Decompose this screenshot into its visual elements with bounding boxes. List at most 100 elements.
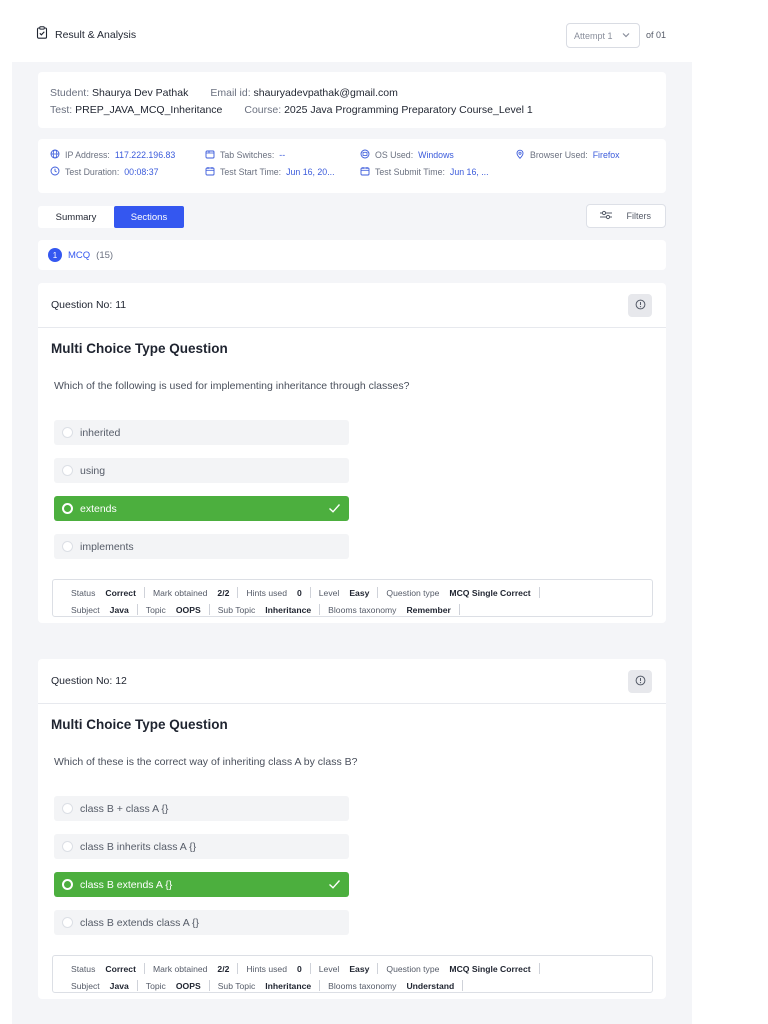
question-text: Which of the following is used for imple…: [54, 380, 410, 392]
section-name: MCQ: [68, 249, 91, 261]
stat-label: Status: [71, 963, 96, 974]
course-name: 2025 Java Programming Preparatory Course…: [284, 104, 533, 116]
test-name: PREP_JAVA_MCQ_Inheritance: [75, 104, 223, 116]
location-pin-icon: [515, 149, 525, 161]
stat-subtopic: Inheritance: [265, 980, 312, 991]
section-number: 1: [48, 248, 62, 262]
question-stats: Status Correct Mark obtained 2/2 Hints use…: [52, 955, 653, 993]
stat-label: Level: [318, 587, 340, 598]
question-header: Question No: 12: [38, 659, 666, 704]
duration-value: 00:08:37: [124, 167, 159, 177]
attempt-total: of 01: [646, 30, 667, 40]
divider: [143, 587, 145, 598]
radio-icon: [62, 917, 73, 928]
stat-subject: Java: [109, 604, 129, 615]
stat-label: Subject: [71, 604, 100, 615]
stat-label: Hints used: [246, 587, 287, 598]
option-label: using: [80, 464, 106, 477]
student-name: Shaurya Dev Pathak: [92, 87, 189, 99]
ip-label: IP Address:: [65, 150, 110, 160]
section-item-mcq[interactable]: 1 MCQ (15): [38, 240, 666, 270]
stat-label: Status: [71, 587, 96, 598]
stat-subject: Java: [109, 980, 129, 991]
option-item[interactable]: class B extends class A {}: [54, 910, 349, 935]
top-bar: Result & Analysis Attempt 1 of 01: [0, 0, 768, 62]
test-label: Test:: [50, 104, 73, 116]
stat-label: Question type: [386, 587, 440, 598]
divider: [538, 963, 540, 974]
clipboard-check-icon: [36, 26, 48, 44]
option-item-correct[interactable]: extends: [54, 496, 349, 521]
info-button[interactable]: [628, 670, 652, 693]
globe-icon: [50, 149, 60, 161]
option-item-correct[interactable]: class B extends A {}: [54, 872, 349, 897]
tab-sections[interactable]: Sections: [114, 206, 184, 228]
stat-subtopic: Inheritance: [265, 604, 312, 615]
option-item[interactable]: using: [54, 458, 349, 483]
divider: [319, 980, 321, 991]
divider: [458, 604, 460, 615]
test-meta-card: IP Address: 117.222.196.83 Tab Switches:…: [38, 139, 666, 193]
email-label: Email id:: [210, 87, 251, 99]
test-start-time: Test Start Time: Jun 16, 20...: [205, 166, 360, 178]
submit-time-value: Jun 16, ...: [449, 167, 489, 177]
browser-used: Browser Used: Firefox: [515, 149, 665, 161]
radio-selected-icon: [62, 879, 73, 890]
option-item[interactable]: implements: [54, 534, 349, 559]
browser-label: Browser Used:: [530, 150, 588, 160]
stat-status: Correct: [105, 587, 136, 598]
radio-icon: [62, 841, 73, 852]
stat-label: Topic: [145, 604, 166, 615]
divider: [377, 963, 379, 974]
radio-icon: [62, 803, 73, 814]
divider: [538, 587, 540, 598]
option-label: class B inherits class A {}: [80, 840, 197, 853]
stat-label: Question type: [386, 963, 440, 974]
option-item[interactable]: class B + class A {}: [54, 796, 349, 821]
option-item[interactable]: class B inherits class A {}: [54, 834, 349, 859]
calendar-icon: [360, 166, 370, 178]
question-number: Question No: 11: [51, 299, 127, 311]
duration-label: Test Duration:: [65, 167, 120, 177]
question-card: Question No: 11 Multi Choice Type Questi…: [38, 283, 666, 623]
question-type: Multi Choice Type Question: [51, 717, 228, 732]
stat-blooms: Understand: [406, 980, 455, 991]
start-time-label: Test Start Time:: [220, 167, 282, 177]
stat-status: Correct: [105, 963, 136, 974]
option-item[interactable]: inherited: [54, 420, 349, 445]
ip-value: 117.222.196.83: [114, 150, 176, 160]
stat-label: Blooms taxonomy: [328, 604, 397, 615]
divider: [237, 963, 239, 974]
browser-value: Firefox: [592, 150, 620, 160]
student-email: shauryadevpathak@gmail.com: [253, 87, 398, 99]
tab-switches-label: Tab Switches:: [220, 150, 275, 160]
course-label: Course:: [244, 104, 282, 116]
question-number: Question No: 12: [51, 675, 127, 687]
attempt-select[interactable]: Attempt 1: [566, 23, 640, 48]
info-button[interactable]: [628, 294, 652, 317]
divider: [309, 587, 311, 598]
filters-button[interactable]: Filters: [586, 204, 666, 228]
tab-summary[interactable]: Summary: [38, 206, 114, 228]
stat-level: Easy: [349, 963, 370, 974]
option-label: class B extends class A {}: [80, 916, 200, 929]
divider: [143, 963, 145, 974]
tab-switches-value: --: [279, 150, 286, 160]
divider: [208, 604, 210, 615]
filters-label: Filters: [626, 211, 652, 221]
section-count: (15): [96, 249, 114, 261]
radio-selected-icon: [62, 503, 73, 514]
stat-label: Subject: [71, 980, 100, 991]
stat-blooms: Remember: [406, 604, 451, 615]
tabs-icon: [205, 149, 215, 161]
divider: [237, 587, 239, 598]
radio-icon: [62, 427, 73, 438]
test-duration: Test Duration: 00:08:37: [50, 166, 205, 178]
calendar-icon: [205, 166, 215, 178]
page-title: Result & Analysis: [55, 29, 137, 41]
sliders-icon: [599, 210, 613, 222]
stat-label: Sub Topic: [217, 604, 256, 615]
divider: [136, 980, 138, 991]
stat-label: Level: [318, 963, 340, 974]
os-value: Windows: [418, 150, 454, 160]
